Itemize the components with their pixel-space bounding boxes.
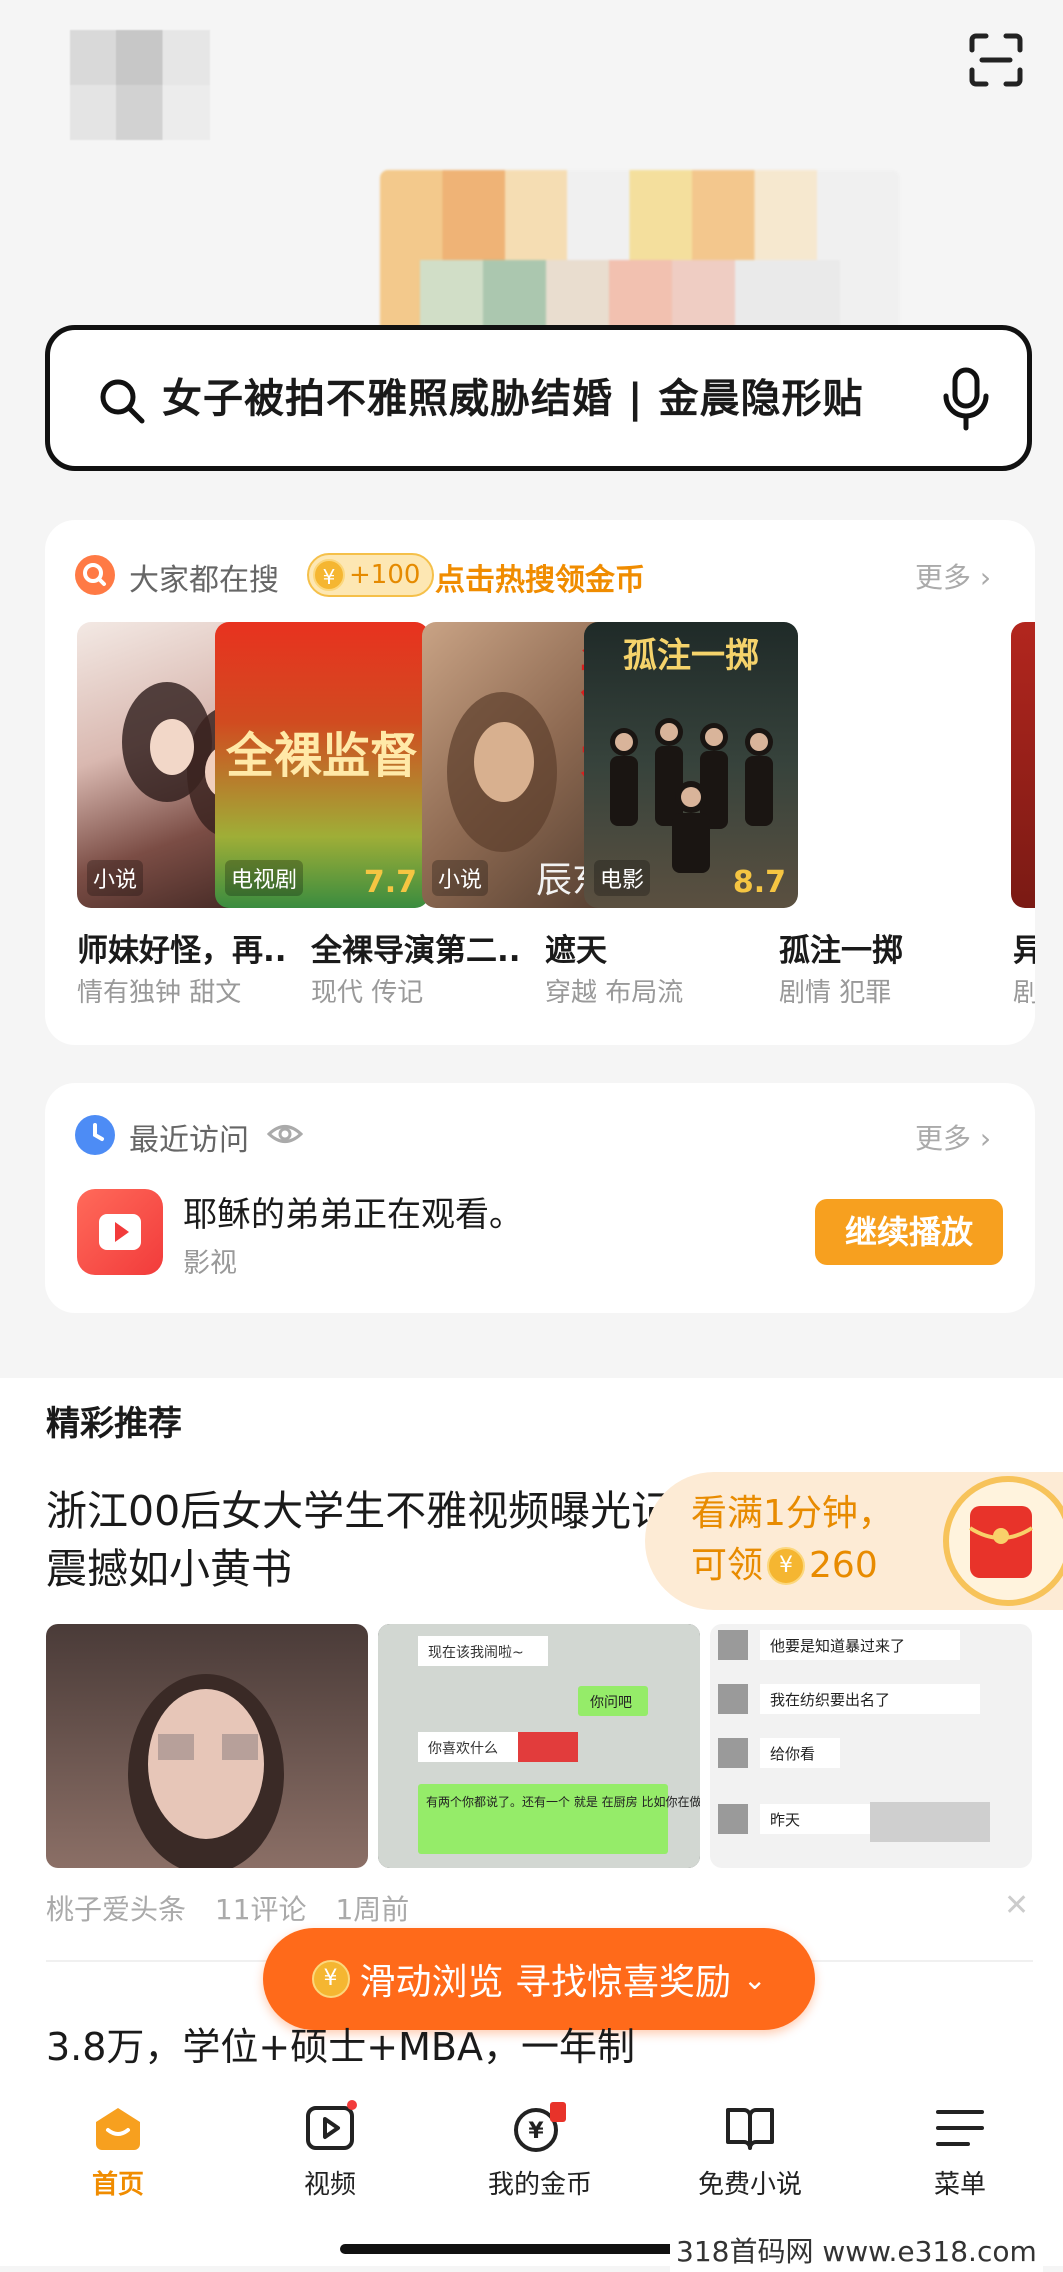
dismiss-icon[interactable]: ✕ bbox=[1004, 1888, 1029, 1923]
coin-reward-pill[interactable]: ¥ +100 bbox=[307, 553, 435, 597]
swipe-button-label: 滑动浏览 寻找惊喜奖励 bbox=[359, 1962, 731, 2003]
search-input[interactable]: 女子被拍不雅照威胁结婚 | 金晨隐形贴 bbox=[162, 368, 952, 430]
article-title[interactable]: 浙江00后女大学生不雅视频曝光记录震撼如小黄书 bbox=[46, 1482, 726, 1598]
hot-more-link[interactable]: 更多 › bbox=[915, 556, 991, 596]
red-packet-icon[interactable] bbox=[940, 1472, 1063, 1610]
tab-menu[interactable]: 菜单 bbox=[890, 2100, 1030, 2201]
thumb-art: 现在该我闹啦~ 你问吧 你喜欢什么 有两个你都说了。还有一个 就是 在厨房 比如… bbox=[378, 1624, 700, 1868]
article-source[interactable]: 桃子爱头条 bbox=[46, 1893, 186, 1926]
coin-amount: +100 bbox=[349, 560, 421, 590]
chevron-right-icon: › bbox=[971, 1122, 992, 1155]
poster-drama-quanluo[interactable]: 全裸监督 电视剧 7.7 bbox=[215, 622, 429, 908]
article-comments: 11评论 bbox=[214, 1893, 307, 1926]
book-icon bbox=[726, 2108, 774, 2150]
video-icon bbox=[306, 2100, 357, 2150]
tab-label: 免费小说 bbox=[697, 2170, 802, 2200]
chevron-down-icon: ⌄ bbox=[742, 1962, 767, 1996]
clock-icon bbox=[75, 1115, 115, 1155]
thumb-art: 他要是知道暴过来了 我在纺织要出名了 给你看 昨天 bbox=[718, 1630, 990, 1842]
tab-label: 视频 bbox=[303, 2170, 356, 2200]
chat-line: 我在纺织要出名了 bbox=[770, 1691, 890, 1709]
home-indicator[interactable] bbox=[340, 2244, 723, 2254]
chevron-right-icon: › bbox=[971, 561, 992, 594]
tab-label: 我的金币 bbox=[487, 2170, 592, 2200]
hot-search-title: 大家都在搜 bbox=[129, 563, 279, 598]
home-icon bbox=[96, 2108, 140, 2150]
chat-line: 昨天 bbox=[770, 1811, 800, 1829]
tab-video[interactable]: 视频 bbox=[260, 2100, 400, 2201]
continue-play-button[interactable]: 继续播放 bbox=[815, 1199, 1003, 1265]
svg-text:全裸监督: 全裸监督 bbox=[225, 728, 418, 784]
search-bar[interactable]: 女子被拍不雅照威胁结婚 | 金晨隐形贴 bbox=[45, 325, 1032, 471]
tab-label: 首页 bbox=[91, 2170, 144, 2200]
hot-item-title[interactable]: 异 bbox=[1013, 925, 1035, 970]
hot-search-promo[interactable]: 点击热搜领金币 bbox=[435, 555, 645, 599]
recent-more-link[interactable]: 更多 › bbox=[915, 1117, 991, 1157]
article-time: 1周前 bbox=[335, 1893, 410, 1926]
hot-search-icon bbox=[75, 555, 115, 595]
hot-item-sub: 剧情 犯罪 bbox=[779, 978, 892, 1008]
hot-item-title[interactable]: 孤注一掷 bbox=[779, 925, 993, 970]
chat-line: 现在该我闹啦~ bbox=[428, 1644, 524, 1661]
poster-tag: 小说 bbox=[87, 860, 144, 896]
article-meta: 桃子爱头条 11评论 1周前 bbox=[46, 1888, 409, 1928]
more-label: 更多 bbox=[915, 561, 972, 594]
recent-visits-card: 最近访问 更多 › 耶稣的弟弟正在观看。 影视 继续播放 bbox=[45, 1083, 1035, 1313]
search-icon bbox=[100, 379, 145, 424]
tab-free-novels[interactable]: 免费小说 bbox=[680, 2100, 820, 2201]
tab-home[interactable]: 首页 bbox=[48, 2100, 188, 2201]
hot-item-sub: 剧 bbox=[1013, 978, 1035, 1008]
chat-line: 你喜欢什么 bbox=[428, 1741, 498, 1757]
more-label: 更多 bbox=[915, 1122, 972, 1155]
tab-my-coins[interactable]: ¥ 我的金币 bbox=[470, 2100, 610, 2201]
hot-item-title[interactable]: 师妹好怪，再.. bbox=[77, 925, 291, 970]
svg-text:孤注一掷: 孤注一掷 bbox=[623, 636, 759, 676]
article-thumb-2[interactable]: 现在该我闹啦~ 你问吧 你喜欢什么 有两个你都说了。还有一个 就是 在厨房 比如… bbox=[378, 1624, 700, 1868]
brand-logo bbox=[380, 170, 900, 350]
hot-item-title[interactable]: 遮天 bbox=[545, 925, 759, 970]
poster-tag: 电影 bbox=[594, 860, 651, 896]
chat-line: 他要是知道暴过来了 bbox=[770, 1637, 905, 1655]
coin-icon: ¥ bbox=[313, 559, 345, 591]
coin-icon: ¥ bbox=[311, 1960, 350, 1998]
swipe-reward-button[interactable]: ¥ 滑动浏览 寻找惊喜奖励 ⌄ bbox=[263, 1928, 815, 2030]
hot-item-sub: 情有独钟 甜文 bbox=[77, 978, 242, 1008]
hot-search-card: 大家都在搜 ¥ +100 点击热搜领金币 更多 › 小说 全裸监督 电视剧 7.… bbox=[45, 520, 1035, 1045]
reward-prefix: 可领 bbox=[691, 1545, 764, 1586]
chat-line: 你问吧 bbox=[590, 1695, 632, 1711]
chat-line: 有两个你都说了。还有一个 就是 在厨房 比如你在做饭 我在后面搂着你的腰 bbox=[426, 1794, 700, 1809]
coin-icon: ¥ bbox=[767, 1547, 806, 1585]
poster-tag: 电视剧 bbox=[225, 860, 304, 896]
article-thumb-1[interactable] bbox=[46, 1624, 368, 1868]
chat-line: 给你看 bbox=[770, 1745, 815, 1763]
reward-line1: 看满1分钟， bbox=[691, 1493, 894, 1534]
recent-item-sub: 影视 bbox=[183, 1248, 237, 1279]
eye-icon[interactable] bbox=[267, 1119, 303, 1149]
article-thumb-3[interactable]: 他要是知道暴过来了 我在纺织要出名了 给你看 昨天 bbox=[710, 1624, 1032, 1868]
poster-movie-guzhu[interactable]: 孤注一掷 电影 8.7 bbox=[584, 622, 798, 908]
watermark: 318首码网 www.e318.com bbox=[670, 2228, 1043, 2272]
tab-label: 菜单 bbox=[933, 2170, 986, 2200]
microphone-icon[interactable] bbox=[938, 364, 994, 436]
poster-tag: 小说 bbox=[432, 860, 489, 896]
svg-text:¥: ¥ bbox=[528, 2119, 544, 2144]
video-app-icon[interactable] bbox=[77, 1189, 163, 1275]
hot-item-sub: 穿越 布局流 bbox=[545, 978, 684, 1008]
recent-title: 最近访问 bbox=[129, 1123, 249, 1158]
feed-section-title: 精彩推荐 bbox=[46, 1404, 182, 1444]
reward-amount: 260 bbox=[809, 1545, 878, 1586]
scan-icon[interactable] bbox=[966, 30, 1026, 90]
next-article-title[interactable]: 3.8万，学位+硕士+MBA，一年制 bbox=[46, 2016, 635, 2071]
coin-icon: ¥ bbox=[514, 2102, 566, 2152]
poster-partial[interactable] bbox=[1011, 622, 1035, 908]
hot-item-title[interactable]: 全裸导演第二.. bbox=[311, 925, 525, 970]
reward-line2: 可领 ¥ 260 bbox=[691, 1540, 878, 1592]
avatar[interactable] bbox=[70, 30, 210, 140]
menu-icon bbox=[936, 2110, 984, 2146]
poster-score: 8.7 bbox=[732, 865, 786, 900]
thumb-art bbox=[128, 1674, 284, 1868]
recent-item-title[interactable]: 耶稣的弟弟正在观看。 bbox=[183, 1187, 523, 1236]
poster-score: 7.7 bbox=[363, 865, 417, 900]
hot-item-sub: 现代 传记 bbox=[311, 978, 424, 1008]
